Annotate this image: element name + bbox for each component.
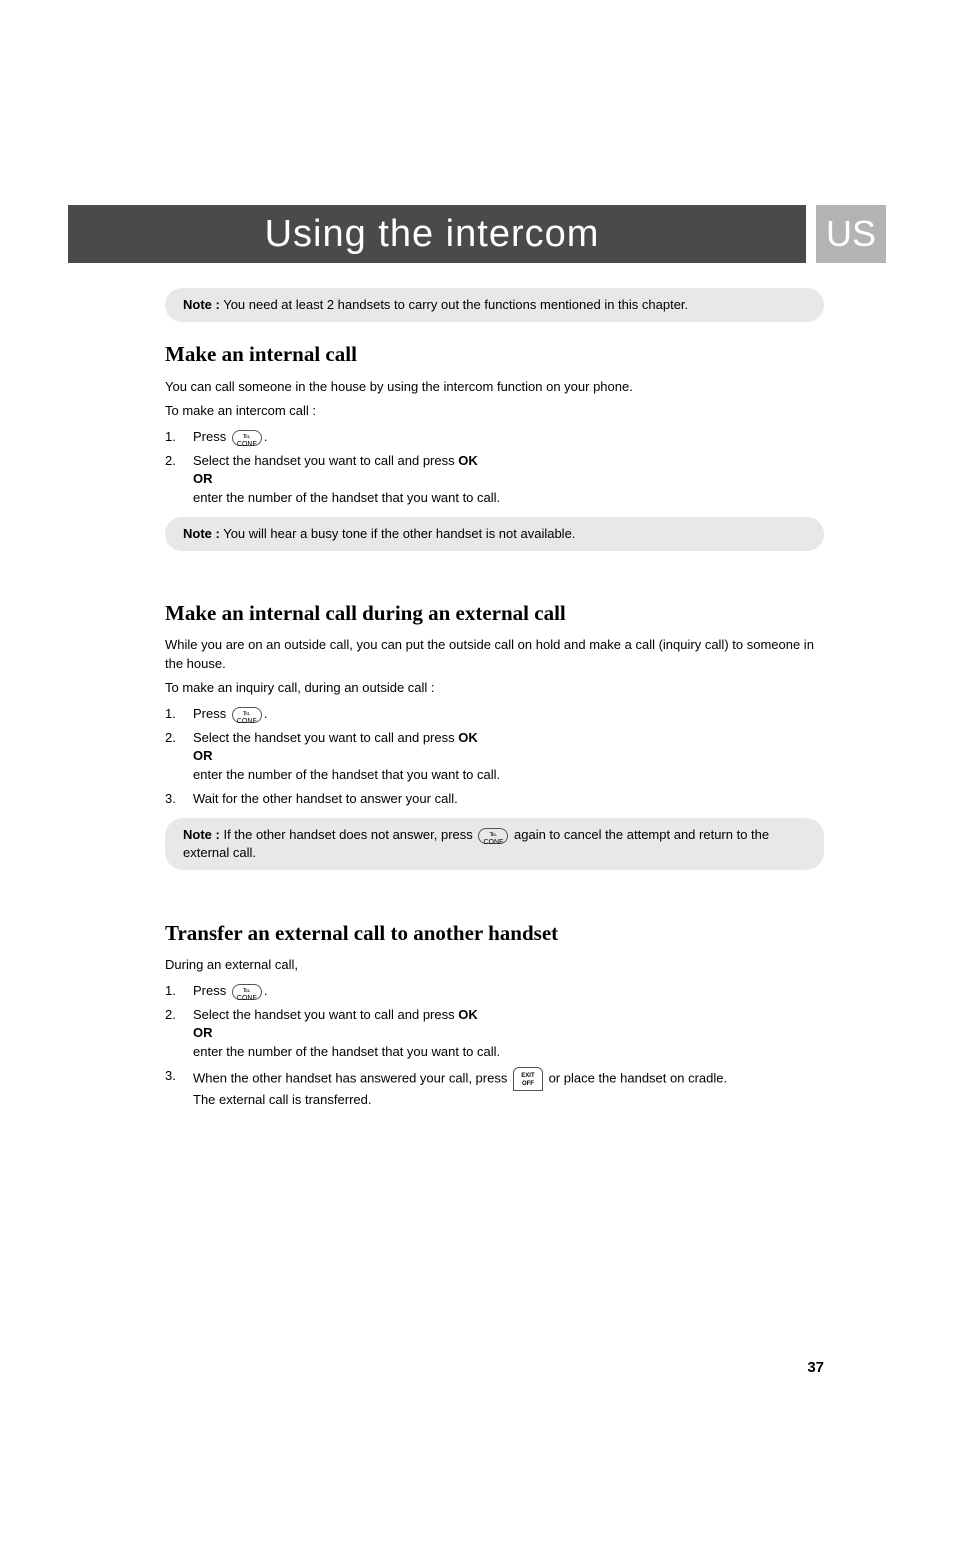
s2-step2a: Select the handset you want to call and …	[193, 730, 458, 745]
s1-steps: 1. Press ℡CONF. 2. Select the handset yo…	[165, 428, 824, 507]
s1-step1-end: .	[264, 429, 268, 444]
step-body: Press ℡CONF.	[193, 982, 824, 1000]
s3-step3a: When the other handset has answered your…	[193, 1070, 511, 1085]
region-badge: US	[816, 205, 886, 263]
list-item: 2. Select the handset you want to call a…	[165, 452, 824, 507]
s2-step2b: enter the number of the handset that you…	[193, 767, 500, 782]
note-label: Note :	[183, 526, 220, 541]
main-content: Note : You need at least 2 handsets to c…	[165, 288, 824, 1109]
step-number: 1.	[165, 705, 193, 723]
s3-step3c: The external call is transferred.	[193, 1092, 371, 1107]
conf-button-icon: ℡CONF	[232, 430, 262, 446]
s3-intro1: During an external call,	[165, 956, 824, 974]
section-transfer-external: Transfer an external call to another han…	[165, 919, 824, 948]
s1-step2a: Select the handset you want to call and …	[193, 453, 458, 468]
note-text: You will hear a busy tone if the other h…	[220, 526, 576, 541]
step-number: 2.	[165, 452, 193, 507]
note-no-answer: Note : If the other handset does not ans…	[165, 818, 824, 870]
list-item: 2. Select the handset you want to call a…	[165, 729, 824, 784]
step-body: Select the handset you want to call and …	[193, 1006, 824, 1061]
note-busy-tone: Note : You will hear a busy tone if the …	[165, 517, 824, 551]
step-number: 3.	[165, 1067, 193, 1109]
off-button-icon: EXITOFF	[513, 1067, 543, 1091]
conf-button-icon: ℡CONF	[232, 707, 262, 723]
step-number: 1.	[165, 982, 193, 1000]
list-item: 1. Press ℡CONF.	[165, 982, 824, 1000]
ok-label: OK	[458, 730, 478, 745]
ok-label: OK	[458, 453, 478, 468]
or-label: OR	[193, 748, 213, 763]
page-title: Using the intercom	[265, 213, 600, 256]
or-label: OR	[193, 1025, 213, 1040]
list-item: 2. Select the handset you want to call a…	[165, 1006, 824, 1061]
step-number: 1.	[165, 428, 193, 446]
list-item: 3. When the other handset has answered y…	[165, 1067, 824, 1109]
note-label: Note :	[183, 297, 220, 312]
step-body: Select the handset you want to call and …	[193, 729, 824, 784]
s3-step2b: enter the number of the handset that you…	[193, 1044, 500, 1059]
step-body: Wait for the other handset to answer you…	[193, 790, 824, 808]
title-bar: Using the intercom	[68, 205, 806, 263]
step-body: Press ℡CONF.	[193, 428, 824, 446]
s2-step3: Wait for the other handset to answer you…	[193, 791, 458, 806]
section-make-internal-call: Make an internal call	[165, 340, 824, 369]
step-number: 2.	[165, 729, 193, 784]
step-body: Press ℡CONF.	[193, 705, 824, 723]
note-handsets: Note : You need at least 2 handsets to c…	[165, 288, 824, 322]
step-number: 2.	[165, 1006, 193, 1061]
note-label: Note :	[183, 827, 220, 842]
header: Using the intercom US	[68, 205, 886, 263]
region-badge-text: US	[826, 213, 876, 255]
s1-step1-text: Press	[193, 429, 230, 444]
or-label: OR	[193, 471, 213, 486]
list-item: 1. Press ℡CONF.	[165, 428, 824, 446]
section-internal-during-external: Make an internal call during an external…	[165, 599, 824, 628]
conf-button-icon: ℡CONF	[478, 828, 508, 844]
step-number: 3.	[165, 790, 193, 808]
s3-step1-end: .	[264, 983, 268, 998]
note-part1: If the other handset does not answer, pr…	[220, 827, 477, 842]
s1-intro1: You can call someone in the house by usi…	[165, 378, 824, 396]
s3-steps: 1. Press ℡CONF. 2. Select the handset yo…	[165, 982, 824, 1109]
s2-intro2: To make an inquiry call, during an outsi…	[165, 679, 824, 697]
page-number: 37	[807, 1359, 824, 1376]
s2-step1-text: Press	[193, 706, 230, 721]
s3-step1-text: Press	[193, 983, 230, 998]
ok-label: OK	[458, 1007, 478, 1022]
step-body: Select the handset you want to call and …	[193, 452, 824, 507]
list-item: 3. Wait for the other handset to answer …	[165, 790, 824, 808]
s2-steps: 1. Press ℡CONF. 2. Select the handset yo…	[165, 705, 824, 808]
s2-step1-end: .	[264, 706, 268, 721]
s3-step2a: Select the handset you want to call and …	[193, 1007, 458, 1022]
conf-button-icon: ℡CONF	[232, 984, 262, 1000]
header-gap	[806, 205, 816, 263]
list-item: 1. Press ℡CONF.	[165, 705, 824, 723]
note-text: You need at least 2 handsets to carry ou…	[220, 297, 688, 312]
step-body: When the other handset has answered your…	[193, 1067, 824, 1109]
s2-intro1: While you are on an outside call, you ca…	[165, 636, 824, 672]
s1-intro2: To make an intercom call :	[165, 402, 824, 420]
s1-step2b: enter the number of the handset that you…	[193, 490, 500, 505]
s3-step3b: or place the handset on cradle.	[545, 1070, 727, 1085]
